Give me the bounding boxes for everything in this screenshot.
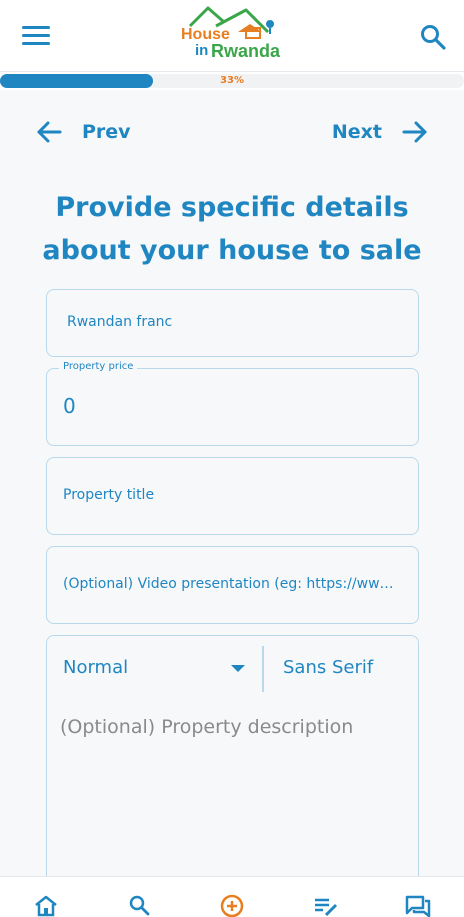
- description-placeholder: (Optional) Property description: [60, 716, 354, 738]
- video-url-input[interactable]: (Optional) Video presentation (eg: https…: [46, 546, 419, 624]
- video-url-placeholder: (Optional) Video presentation (eg: https…: [63, 576, 403, 592]
- home-icon[interactable]: [32, 893, 60, 917]
- prev-button[interactable]: Prev: [36, 115, 131, 149]
- text-size-select[interactable]: Normal: [63, 654, 245, 684]
- currency-value: Rwandan franc: [67, 314, 173, 330]
- caret-down-icon: [231, 665, 245, 672]
- bottom-nav: [0, 876, 464, 917]
- property-price-input[interactable]: Property price 0: [46, 361, 419, 446]
- property-title-input[interactable]: Property title: [46, 457, 419, 535]
- search-nav-icon[interactable]: [126, 893, 154, 917]
- property-title-placeholder: Property title: [63, 487, 155, 503]
- edit-list-icon[interactable]: [312, 893, 340, 917]
- next-label: Next: [331, 121, 382, 143]
- prev-label: Prev: [82, 121, 131, 143]
- text-size-value: Normal: [63, 657, 129, 678]
- property-price-value: 0: [63, 394, 76, 418]
- chat-icon[interactable]: [404, 893, 432, 917]
- editor-toolbar: Normal Sans Serif: [47, 636, 420, 700]
- page-title: Provide specific details about your hous…: [42, 192, 422, 266]
- progress-label: 33%: [220, 75, 244, 86]
- currency-select[interactable]: Rwandan franc: [46, 289, 419, 357]
- toolbar-divider: [262, 646, 264, 692]
- description-editor: Normal Sans Serif (Optional) Property de…: [46, 635, 419, 895]
- arrow-left-icon: [37, 121, 62, 143]
- logo[interactable]: House in Rwanda: [176, 4, 288, 64]
- progress-bar: 33%: [0, 72, 464, 90]
- property-price-label: Property price: [59, 361, 138, 372]
- next-button[interactable]: Next: [332, 115, 428, 149]
- logo-text-rwanda: Rwanda: [211, 41, 281, 61]
- font-select[interactable]: Sans Serif: [283, 657, 373, 678]
- description-textarea[interactable]: (Optional) Property description: [47, 700, 420, 896]
- logo-text-in: in: [195, 42, 209, 59]
- add-circle-icon[interactable]: [218, 893, 246, 917]
- menu-icon[interactable]: [22, 26, 50, 48]
- search-icon[interactable]: [419, 23, 447, 51]
- app-header: House in Rwanda: [0, 0, 464, 72]
- arrow-right-icon: [402, 121, 427, 143]
